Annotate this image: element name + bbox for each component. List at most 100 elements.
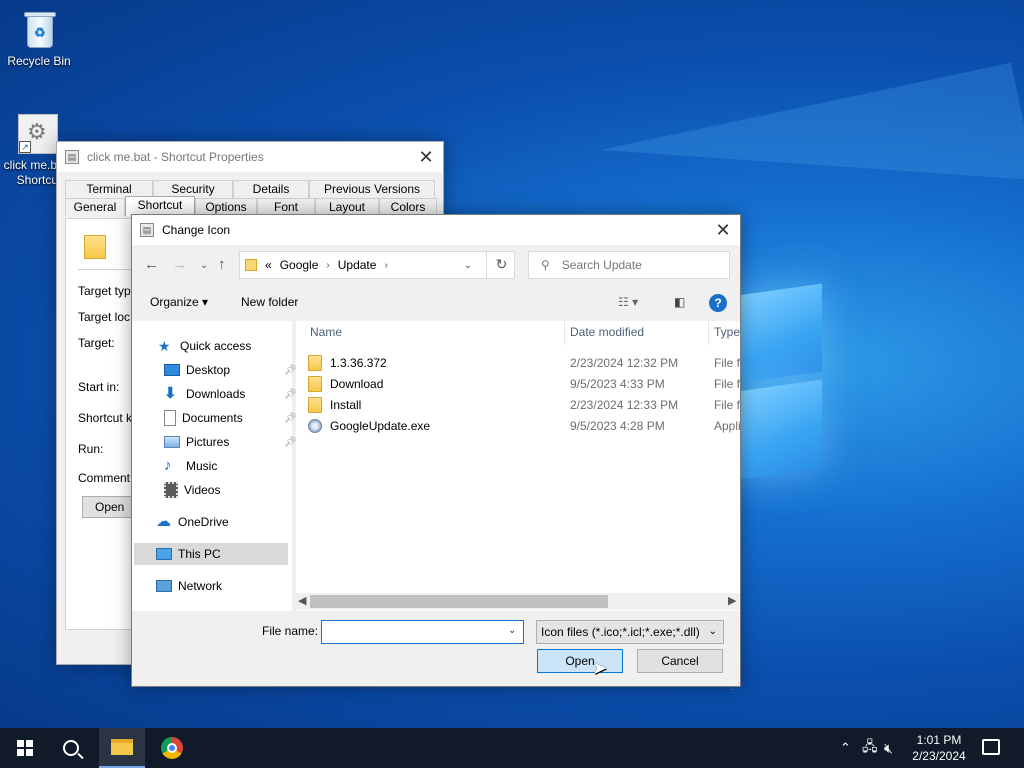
preview-pane-icon[interactable]: ◧ bbox=[674, 295, 685, 309]
chrome-icon bbox=[161, 737, 183, 759]
nav-item-music[interactable]: ♪ Music bbox=[164, 455, 217, 477]
nav-item-documents[interactable]: Documents 📌︎ bbox=[164, 407, 297, 429]
show-hidden-icons-chevron-icon[interactable]: ⌃ bbox=[840, 728, 851, 768]
search-input[interactable]: ⚲ Search Update bbox=[528, 251, 730, 279]
recent-locations-chevron-icon[interactable]: ⌄ bbox=[200, 260, 208, 271]
nav-item-desktop[interactable]: Desktop 📌︎ bbox=[164, 359, 297, 381]
music-note-icon: ♪ bbox=[164, 457, 172, 474]
breadcrumb-update[interactable]: Update bbox=[338, 258, 377, 272]
up-arrow-icon[interactable]: ↑ bbox=[218, 256, 226, 273]
folder-icon bbox=[245, 259, 257, 271]
file-date: 9/5/2023 4:33 PM bbox=[570, 377, 665, 391]
start-button[interactable] bbox=[2, 728, 48, 768]
target-label: Target: bbox=[78, 336, 115, 350]
organize-button[interactable]: Organize ▾ bbox=[150, 295, 208, 309]
navigation-pane: ★ Quick access Desktop 📌︎ ⬇ Downloads 📌︎… bbox=[132, 321, 297, 611]
pin-icon: 📌︎ bbox=[284, 388, 297, 400]
scroll-left-arrow-icon[interactable]: ◀ bbox=[298, 594, 306, 607]
file-row[interactable]: 1.3.36.372 2/23/2024 12:32 PM File fo bbox=[296, 353, 740, 374]
desktop-icon bbox=[164, 364, 180, 376]
refresh-icon[interactable]: ↻ bbox=[486, 251, 516, 279]
tab-previous-versions[interactable]: Previous Versions bbox=[309, 180, 435, 198]
application-icon bbox=[308, 419, 322, 433]
document-icon bbox=[164, 410, 176, 426]
target-type-label: Target typ bbox=[78, 284, 131, 298]
change-view-icon[interactable]: ☷ ▾ bbox=[618, 295, 638, 309]
chevron-down-icon[interactable]: ⌄ bbox=[508, 625, 516, 636]
notifications-icon[interactable] bbox=[982, 739, 1000, 755]
volume-muted-icon[interactable]: 🔇︎ bbox=[884, 728, 893, 768]
column-header-date[interactable]: Date modified bbox=[570, 325, 644, 339]
new-folder-button[interactable]: New folder bbox=[241, 295, 298, 309]
clock-time: 1:01 PM bbox=[916, 733, 962, 747]
chevron-right-icon[interactable]: › bbox=[384, 260, 387, 271]
desktop-icon-label: click me.bat - Shortcut bbox=[3, 158, 60, 187]
back-arrow-icon[interactable]: ← bbox=[144, 256, 159, 273]
horizontal-scrollbar[interactable]: ◀ ▶ bbox=[296, 593, 740, 610]
network-status-icon[interactable]: 🖧︎ bbox=[862, 728, 878, 768]
taskbar-file-explorer[interactable] bbox=[99, 728, 145, 768]
change-icon-dialog[interactable]: ▤ Change Icon ✕ ← → ⌄ ↑ « Google › Updat… bbox=[131, 214, 741, 691]
clock-date: 2/23/2024 bbox=[912, 749, 966, 763]
help-icon[interactable]: ? bbox=[709, 294, 727, 312]
file-row[interactable]: Download 9/5/2023 4:33 PM File fo bbox=[296, 374, 740, 395]
column-divider bbox=[564, 321, 565, 345]
file-date: 9/5/2023 4:28 PM bbox=[570, 419, 665, 433]
file-row[interactable]: GoogleUpdate.exe 9/5/2023 4:28 PM Appli bbox=[296, 416, 740, 437]
system-clock[interactable]: 1:01 PM 2/23/2024 bbox=[906, 732, 972, 764]
cancel-button[interactable]: Cancel bbox=[637, 649, 723, 673]
file-row[interactable]: Install 2/23/2024 12:33 PM File fo bbox=[296, 395, 740, 416]
nav-item-downloads[interactable]: ⬇ Downloads 📌︎ bbox=[164, 383, 297, 405]
file-type-select[interactable]: Icon files (*.ico;*.icl;*.exe;*.dll) ⌄ bbox=[536, 620, 724, 644]
column-divider bbox=[708, 321, 709, 345]
properties-tabs-row1: Terminal Security Details Previous Versi… bbox=[65, 180, 435, 198]
breadcrumb-google[interactable]: Google bbox=[280, 258, 319, 272]
properties-titlebar[interactable]: ▤ click me.bat - Shortcut Properties ✕ bbox=[57, 142, 443, 172]
file-name: Install bbox=[330, 398, 362, 412]
run-label: Run: bbox=[78, 442, 104, 456]
column-header-type[interactable]: Type bbox=[714, 325, 740, 339]
dialog-app-icon: ▤ bbox=[140, 223, 154, 237]
nav-item-onedrive[interactable]: ☁ OneDrive bbox=[156, 511, 229, 533]
file-name: Download bbox=[330, 377, 384, 391]
open-button[interactable]: Open bbox=[537, 649, 623, 673]
file-date: 2/23/2024 12:32 PM bbox=[570, 356, 679, 370]
tab-shortcut[interactable]: Shortcut bbox=[125, 196, 195, 216]
file-name-input[interactable] bbox=[321, 620, 524, 644]
forward-arrow-icon[interactable]: → bbox=[172, 256, 187, 273]
file-type: File fo bbox=[714, 398, 740, 412]
file-type: Appli bbox=[714, 419, 740, 433]
column-header-name[interactable]: Name bbox=[310, 325, 342, 339]
folder-icon bbox=[308, 376, 322, 392]
dialog-titlebar[interactable]: ▤ Change Icon ✕ bbox=[132, 215, 740, 245]
folder-icon bbox=[84, 235, 106, 259]
folder-icon bbox=[308, 397, 322, 413]
file-name: GoogleUpdate.exe bbox=[330, 419, 431, 433]
tab-details[interactable]: Details bbox=[233, 180, 309, 198]
batch-shortcut-icon: ⚙ ↗ bbox=[18, 114, 58, 154]
nav-item-videos[interactable]: Videos bbox=[164, 479, 220, 501]
nav-item-pictures[interactable]: Pictures 📌︎ bbox=[164, 431, 297, 453]
breadcrumb-overflow[interactable]: « bbox=[265, 258, 272, 272]
properties-title: click me.bat - Shortcut Properties bbox=[87, 150, 264, 164]
nav-item-this-pc[interactable]: This PC bbox=[156, 543, 221, 565]
address-bar[interactable]: « Google › Update › ⌄ bbox=[239, 251, 515, 279]
scrollbar-thumb[interactable] bbox=[310, 595, 608, 608]
close-icon[interactable]: ✕ bbox=[409, 142, 443, 172]
chevron-right-icon[interactable]: › bbox=[326, 260, 329, 271]
desktop-icon-shortcut[interactable]: ⚙↗ click me.bat - Shortcut bbox=[0, 114, 60, 194]
tab-general[interactable]: General bbox=[65, 198, 125, 216]
file-explorer-icon bbox=[111, 739, 133, 755]
resize-grip-icon[interactable]: ⋰ bbox=[731, 681, 740, 692]
nav-item-network[interactable]: Network bbox=[156, 575, 222, 597]
address-row: ← → ⌄ ↑ « Google › Update › ⌄ ↻ ⚲ Search… bbox=[132, 249, 740, 281]
nav-item-quick-access[interactable]: ★ Quick access bbox=[158, 335, 251, 357]
desktop-icon-recycle-bin[interactable]: ♻ Recycle Bin bbox=[0, 8, 78, 68]
close-icon[interactable]: ✕ bbox=[706, 215, 740, 245]
scroll-right-arrow-icon[interactable]: ▶ bbox=[728, 594, 736, 607]
pin-icon: 📌︎ bbox=[284, 412, 297, 424]
taskbar-chrome[interactable] bbox=[149, 728, 195, 768]
target-location-label: Target loc bbox=[78, 310, 131, 324]
chevron-down-icon[interactable]: ⌄ bbox=[464, 260, 472, 271]
search-button[interactable] bbox=[48, 728, 94, 768]
